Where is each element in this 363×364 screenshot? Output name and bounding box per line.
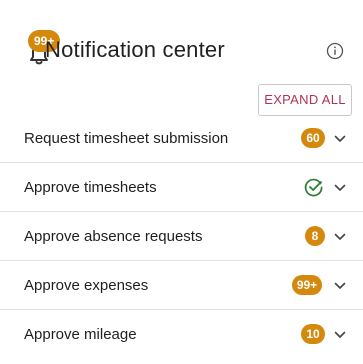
list-item-label: Approve absence requests [24, 228, 203, 245]
list-item-approve-timesheets[interactable]: Approve timesheets [0, 163, 363, 212]
count-badge: 60 [301, 128, 325, 148]
check-circle-icon [304, 178, 323, 197]
panel-header: 99+ Notification center [0, 26, 363, 70]
list-item-approve-absence-requests[interactable]: Approve absence requests 8 [0, 212, 363, 261]
list-item-label: Approve timesheets [24, 179, 157, 196]
count-badge: 99+ [292, 275, 322, 295]
page-title: Notification center [45, 37, 225, 62]
list-item-label: Approve mileage [24, 326, 137, 343]
notification-list: Request timesheet submission 60 Approve … [0, 114, 363, 359]
chevron-down-icon[interactable] [333, 328, 347, 342]
list-item-request-timesheet-submission[interactable]: Request timesheet submission 60 [0, 114, 363, 163]
count-badge: 10 [301, 324, 325, 344]
list-item-approve-mileage[interactable]: Approve mileage 10 [0, 310, 363, 359]
chevron-down-icon[interactable] [333, 132, 347, 146]
list-item-label: Approve expenses [24, 277, 149, 294]
info-circle-icon[interactable] [326, 42, 344, 60]
list-item-label: Request timesheet submission [24, 130, 229, 147]
expand-all-button[interactable]: EXPAND ALL [258, 84, 352, 116]
chevron-down-icon[interactable] [333, 230, 347, 244]
chevron-down-icon[interactable] [333, 181, 347, 195]
list-item-approve-expenses[interactable]: Approve expenses 99+ [0, 261, 363, 310]
notification-panel: 99+ Notification center EXPAND ALL Reque… [0, 0, 363, 364]
chevron-down-icon[interactable] [333, 279, 347, 293]
count-badge: 8 [305, 226, 325, 246]
